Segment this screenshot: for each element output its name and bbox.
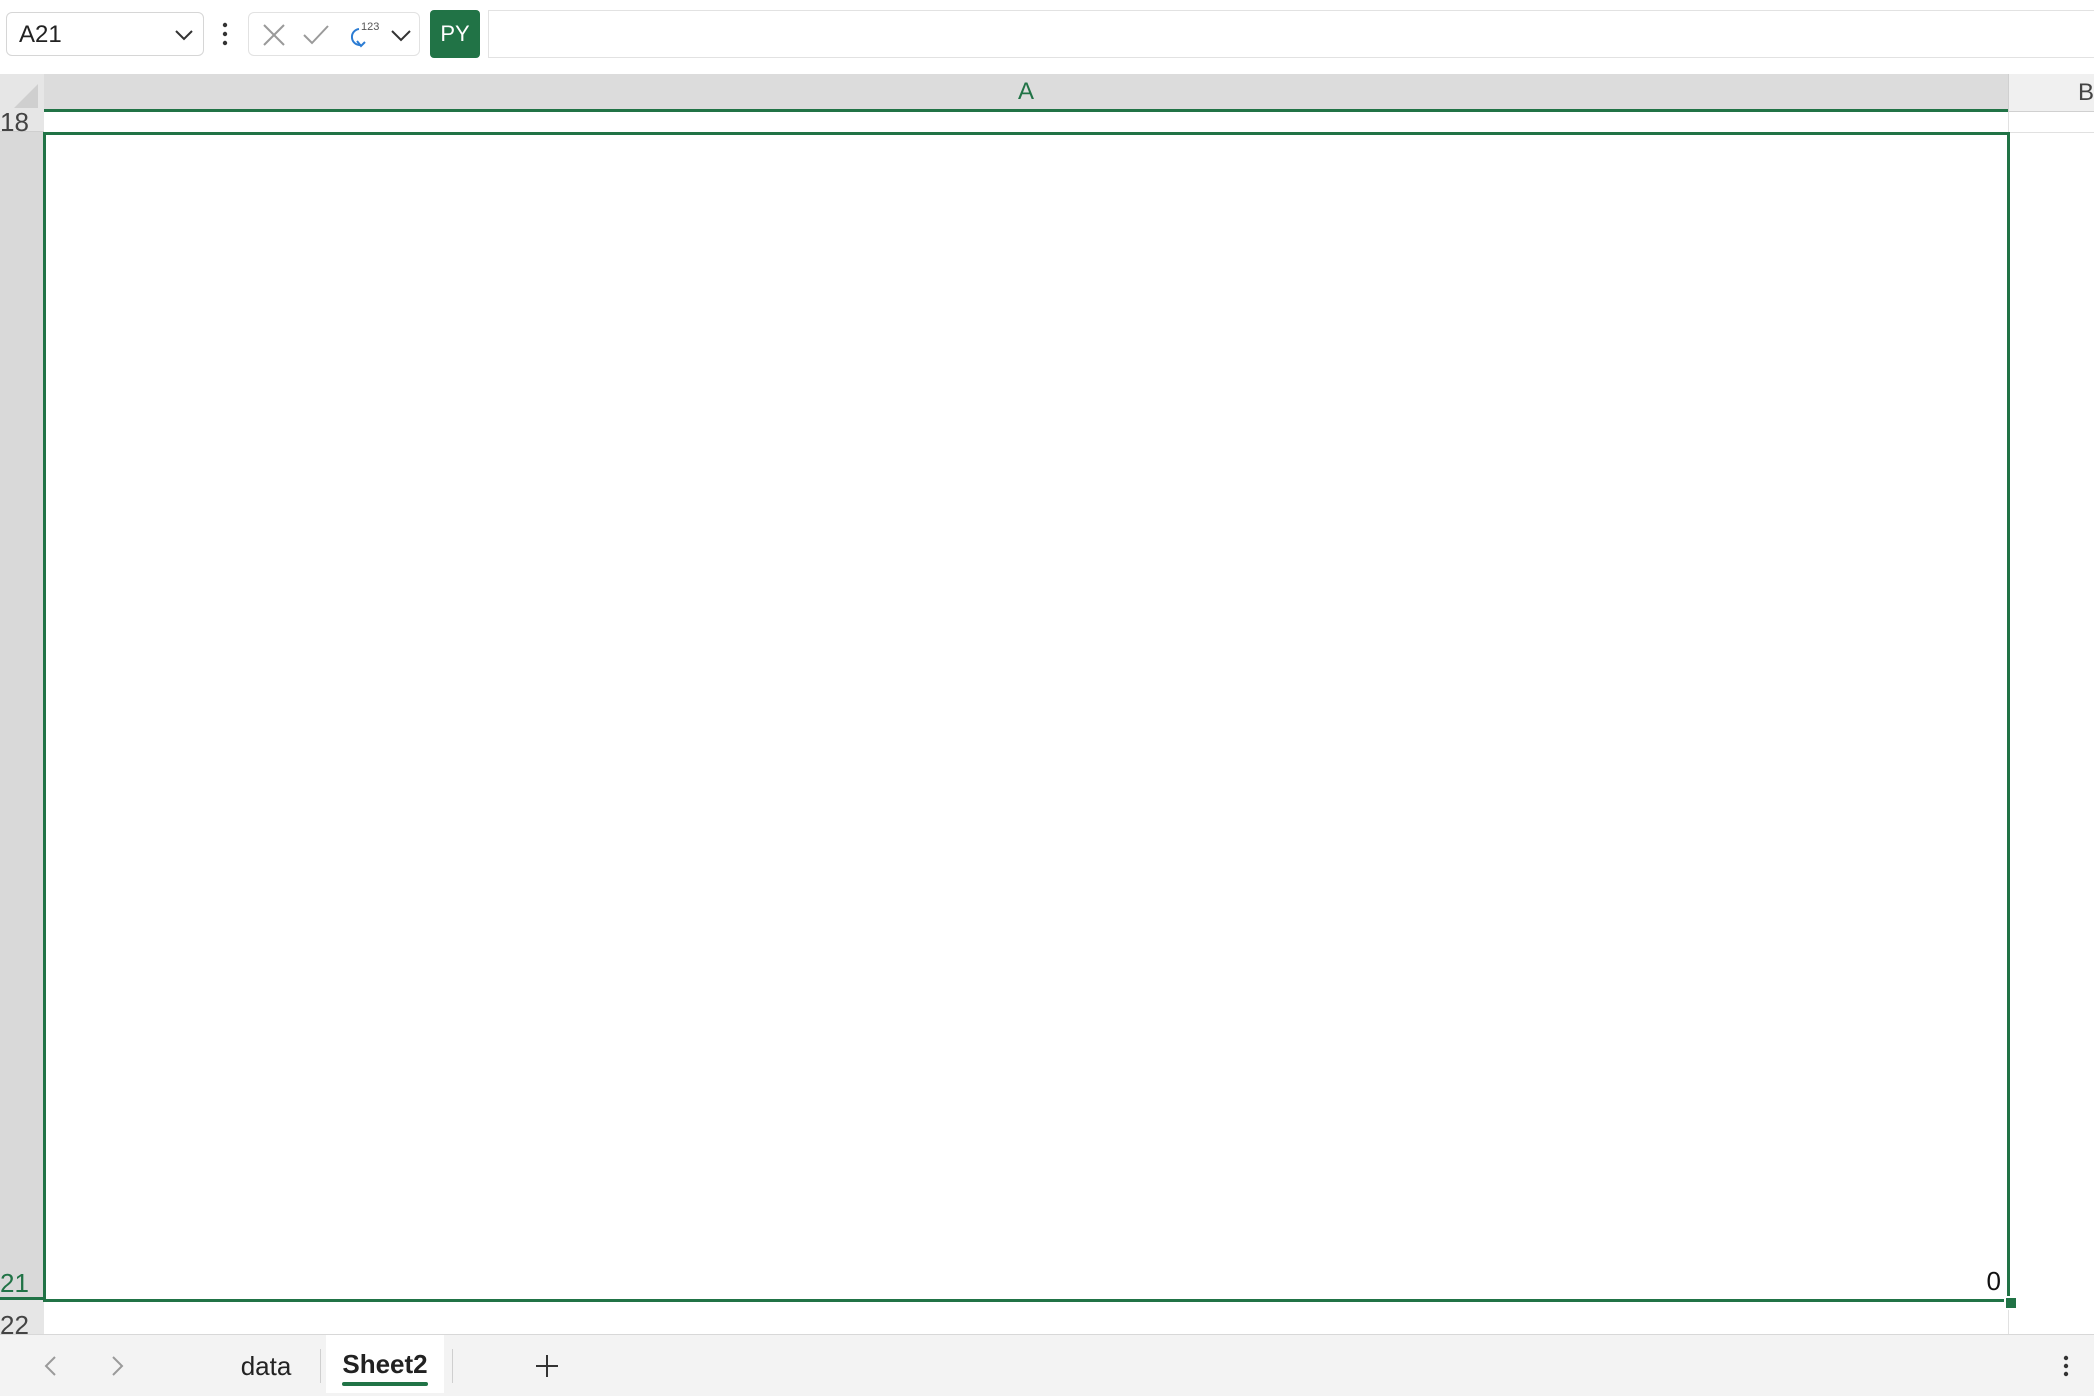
formula-bar: A21 123 PY [0, 0, 2094, 72]
chevron-right-icon[interactable] [104, 1353, 130, 1379]
spreadsheet-grid: A B 18 21 22 23 24 0 [0, 74, 2094, 1334]
column-header-b-label: B [2077, 79, 2094, 106]
select-all-triangle-icon [14, 84, 38, 108]
fill-handle[interactable] [2004, 1296, 2018, 1310]
vertical-ellipsis-icon[interactable] [2060, 1351, 2072, 1381]
cell-value: 0 [1986, 1266, 2001, 1296]
row-header-18[interactable]: 18 [0, 107, 44, 137]
plus-icon[interactable] [532, 1351, 562, 1381]
name-box-value: A21 [19, 21, 62, 48]
check-icon[interactable] [301, 22, 331, 48]
sheet-tab-data[interactable]: data [220, 1341, 312, 1391]
formula-input[interactable] [488, 10, 2094, 58]
column-header-b[interactable]: B [2008, 74, 2094, 112]
chevron-down-icon[interactable] [173, 25, 195, 45]
name-box[interactable]: A21 [6, 12, 204, 56]
column-header-a[interactable]: A [44, 74, 2008, 112]
row-header-21[interactable]: 21 [0, 132, 44, 1300]
svg-text:123: 123 [361, 21, 379, 33]
active-tab-indicator [342, 1382, 428, 1386]
row-header-22[interactable]: 22 [0, 1300, 44, 1334]
formula-actions: 123 [248, 12, 420, 56]
chevron-left-icon[interactable] [38, 1353, 64, 1379]
close-icon[interactable] [261, 22, 287, 48]
tab-divider [320, 1349, 321, 1383]
chevron-down-icon[interactable] [389, 25, 413, 45]
active-cell-a21[interactable]: 0 [43, 132, 2010, 1302]
vertical-ellipsis-icon[interactable] [220, 18, 230, 50]
row-label: 22 [0, 1310, 29, 1334]
row-label: 21 [0, 1268, 29, 1298]
python-button[interactable]: PY [430, 10, 480, 58]
convert-to-values-icon[interactable]: 123 [347, 17, 383, 53]
sheet-tab-bar: data Sheet2 [0, 1334, 2094, 1396]
tab-divider [452, 1349, 453, 1383]
row-label: 18 [0, 107, 29, 137]
